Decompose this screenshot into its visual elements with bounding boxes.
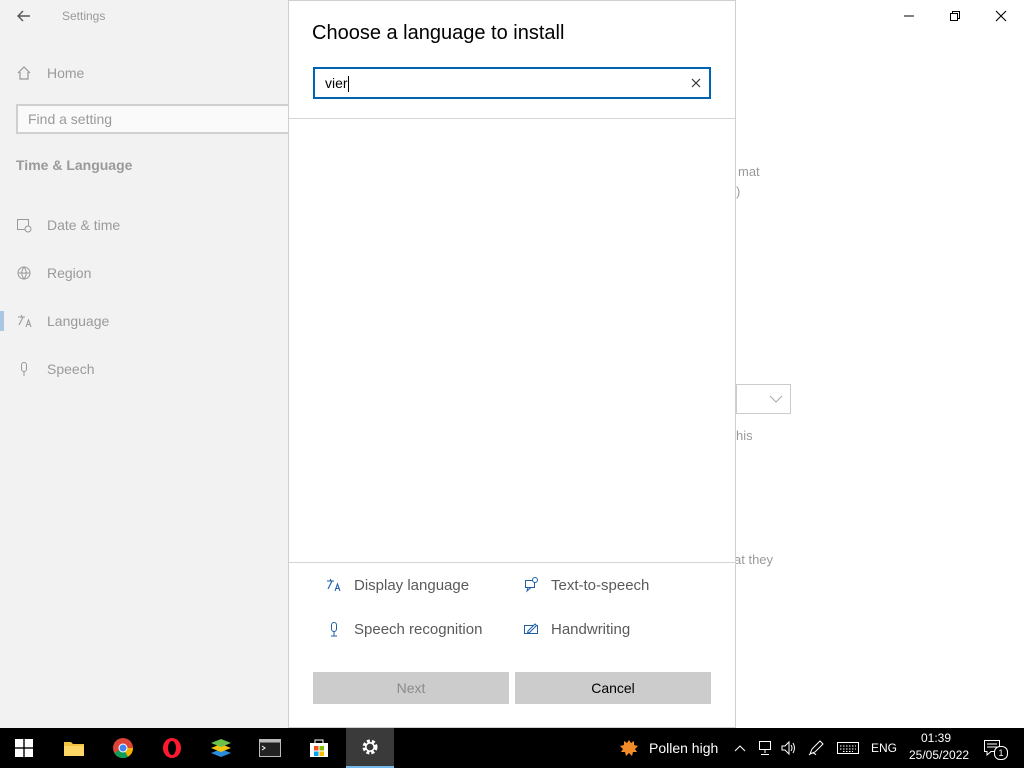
- bg-fragment-paren: ): [736, 184, 741, 199]
- settings-taskbar-button[interactable]: [346, 728, 394, 768]
- bg-fragment-this: his: [736, 428, 753, 443]
- feature-display-language-label: Display language: [354, 576, 470, 594]
- nav-date-time-label: Date & time: [47, 217, 121, 233]
- nav-home[interactable]: Home: [16, 61, 84, 85]
- clock-date: 25/05/2022: [909, 748, 970, 762]
- pen-icon[interactable]: [807, 739, 825, 762]
- feature-handwriting: Handwriting: [522, 620, 630, 638]
- display-language-icon: [325, 576, 343, 594]
- nav-speech[interactable]: Speech: [16, 357, 94, 381]
- find-setting-placeholder: Find a setting: [28, 111, 113, 127]
- nav-region[interactable]: Region: [16, 261, 91, 285]
- close-button[interactable]: [978, 0, 1024, 32]
- speech-recognition-icon: [325, 620, 343, 638]
- chevron-up-icon[interactable]: [734, 741, 746, 759]
- opera-icon: [163, 738, 181, 758]
- selected-indicator: [0, 311, 4, 331]
- gear-icon: [362, 739, 378, 755]
- nav-language-label: Language: [47, 313, 110, 329]
- bluestacks-button[interactable]: [197, 728, 245, 768]
- clear-search-icon[interactable]: [689, 76, 703, 90]
- language-search-value: vier: [325, 75, 348, 91]
- clock[interactable]: 01:39 25/05/2022: [909, 731, 970, 762]
- close-icon: [995, 10, 1007, 22]
- windows-logo-icon: [15, 739, 33, 757]
- text-caret: [347, 76, 349, 93]
- handwriting-icon: [522, 620, 540, 638]
- action-center-button[interactable]: 1: [983, 739, 1008, 762]
- clock-time: 01:39: [920, 731, 952, 745]
- feature-text-to-speech-label: Text-to-speech: [551, 576, 650, 594]
- language-results-list[interactable]: [289, 119, 735, 562]
- nav-region-label: Region: [47, 265, 92, 281]
- feature-speech-recognition: Speech recognition: [325, 620, 482, 638]
- nav-speech-label: Speech: [47, 361, 95, 377]
- store-button[interactable]: [295, 728, 343, 768]
- minimize-icon: [904, 15, 914, 17]
- bg-dropdown: [736, 384, 791, 414]
- section-title: Time & Language: [16, 157, 133, 173]
- feature-handwriting-label: Handwriting: [551, 620, 631, 638]
- notification-badge: 1: [994, 746, 1008, 760]
- network-icon[interactable]: [756, 740, 774, 761]
- terminal-button[interactable]: [246, 728, 294, 768]
- bg-fragment-format: mat: [738, 164, 760, 179]
- window-title: Settings: [62, 9, 106, 23]
- language-search-input[interactable]: vier: [313, 67, 711, 99]
- back-arrow-icon[interactable]: [14, 6, 34, 26]
- pollen-icon: [620, 740, 638, 756]
- language-icon: [16, 313, 32, 329]
- start-button[interactable]: [0, 728, 48, 768]
- dialog-title: Choose a language to install: [312, 22, 565, 44]
- choose-language-dialog: Choose a language to install vier Displa…: [288, 0, 736, 728]
- text-to-speech-icon: [522, 576, 540, 594]
- restore-icon: [950, 11, 960, 21]
- volume-icon[interactable]: [780, 740, 798, 761]
- results-bottom-divider: [289, 562, 735, 563]
- nav-home-label: Home: [47, 65, 85, 81]
- feature-text-to-speech: Text-to-speech: [522, 576, 649, 594]
- folder-icon: [64, 742, 84, 756]
- chrome-button[interactable]: [99, 728, 147, 768]
- minimize-button[interactable]: [886, 0, 932, 32]
- opera-button[interactable]: [148, 728, 196, 768]
- nav-date-time[interactable]: Date & time: [16, 213, 120, 237]
- store-icon: [310, 739, 328, 757]
- language-indicator[interactable]: ENG: [871, 741, 897, 755]
- weather-widget[interactable]: [618, 737, 640, 759]
- weather-text[interactable]: Pollen high: [649, 740, 718, 756]
- feature-speech-recognition-label: Speech recognition: [354, 620, 483, 638]
- chrome-icon: [113, 738, 134, 759]
- home-icon: [16, 65, 32, 81]
- calendar-clock-icon: [16, 217, 32, 233]
- restore-button[interactable]: [932, 0, 978, 32]
- next-button[interactable]: Next: [313, 672, 509, 704]
- bg-fragment-they: at they: [734, 552, 774, 567]
- nav-language[interactable]: Language: [16, 309, 109, 333]
- globe-icon: [16, 265, 32, 281]
- terminal-icon: [259, 739, 281, 757]
- microphone-icon: [16, 361, 32, 377]
- file-explorer-button[interactable]: [50, 728, 98, 768]
- cancel-button[interactable]: Cancel: [515, 672, 711, 704]
- bluestacks-icon: [211, 739, 231, 757]
- chevron-down-icon: [769, 395, 783, 403]
- find-setting-input[interactable]: Find a setting: [16, 104, 290, 134]
- keyboard-icon[interactable]: [836, 740, 860, 761]
- feature-display-language: Display language: [325, 576, 469, 594]
- taskbar: Pollen high ENG 01:39 25/05/2022 1: [0, 728, 1024, 768]
